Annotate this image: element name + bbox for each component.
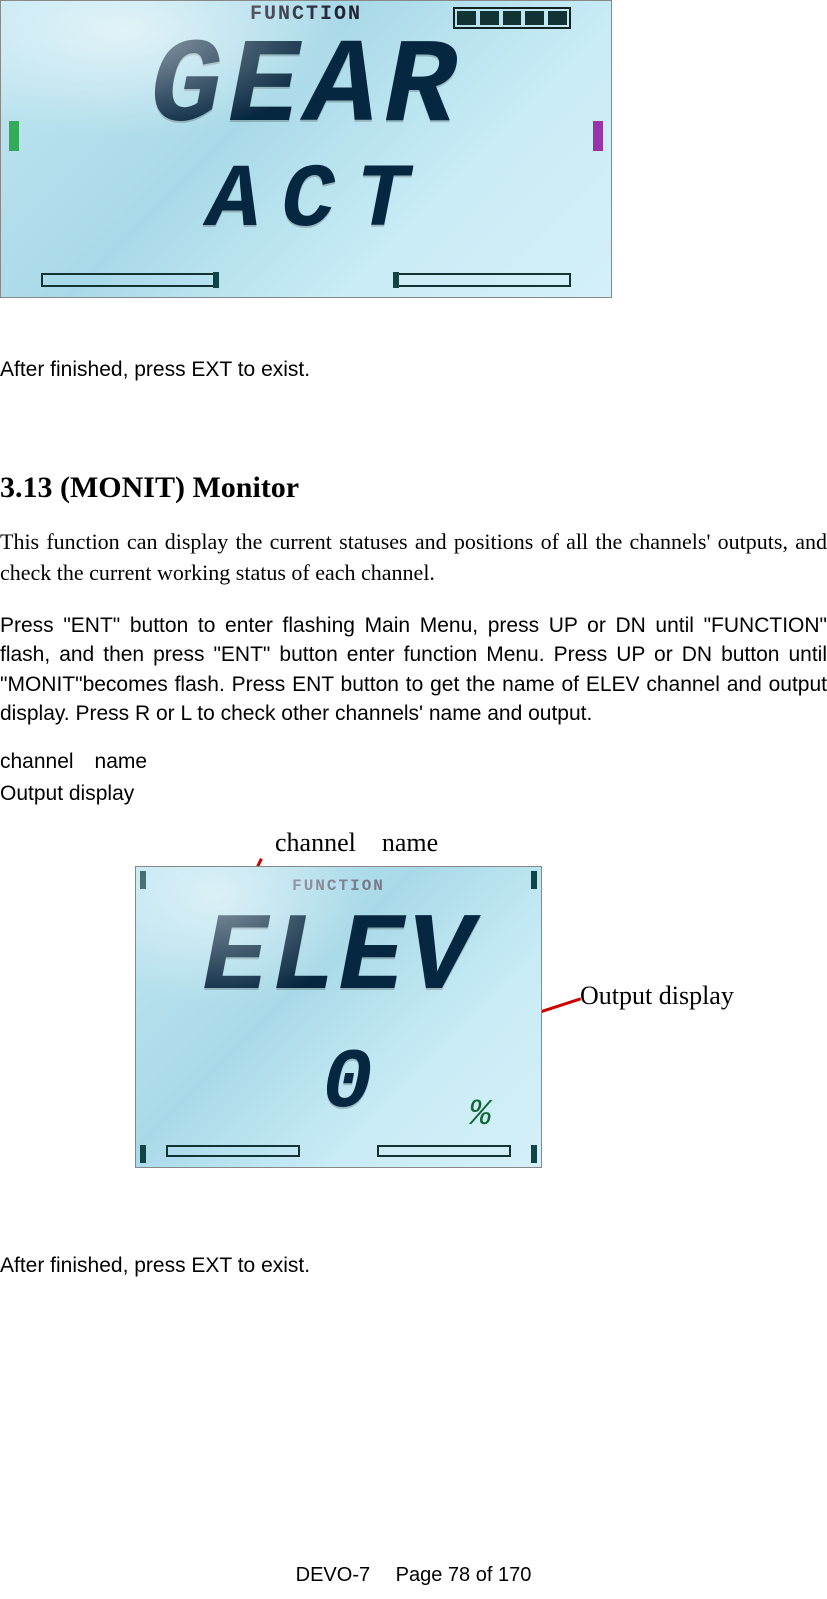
section-heading: 3.13 (MONIT) Monitor bbox=[0, 471, 827, 505]
label-output-display: Output display bbox=[0, 782, 827, 806]
callout-channel-name: channel name bbox=[275, 828, 438, 858]
lcd2-top-label: FUNCTION bbox=[292, 877, 385, 895]
lcd2-value: 0 bbox=[322, 1037, 376, 1132]
lcd2-percent-icon: % bbox=[469, 1094, 491, 1135]
page-footer: DEVO-7 Page 78 of 170 bbox=[0, 1564, 827, 1587]
lcd1-left-tick-icon bbox=[9, 121, 19, 151]
callout-output-display: Output display bbox=[580, 981, 734, 1011]
label-channel-name: channel name bbox=[0, 750, 827, 774]
section-body: Press "ENT" button to enter flashing Mai… bbox=[0, 611, 827, 729]
lcd2-bottom-bar-right-icon bbox=[377, 1145, 511, 1157]
lcd1-battery-icon bbox=[453, 7, 571, 29]
lcd-figure-elev: FUNCTION ELEV 0 % bbox=[135, 866, 542, 1168]
section-intro: This function can display the current st… bbox=[0, 527, 827, 589]
lcd1-line1: GEAR bbox=[150, 21, 462, 157]
lcd1-bottom-bar-left-icon bbox=[41, 273, 215, 287]
text-after-fig1: After finished, press EXT to exist. bbox=[0, 355, 827, 384]
lcd1-bottom-bar-right-icon bbox=[397, 273, 571, 287]
text-after-fig2: After finished, press EXT to exist. bbox=[0, 1251, 827, 1280]
figure-monit-elev: channel name Output display FUNCTION ELE… bbox=[0, 826, 760, 1186]
lcd1-line2: ACT bbox=[207, 151, 429, 253]
lcd2-line1: ELEV bbox=[202, 897, 474, 1022]
lcd-figure-gear-act: FUNCTION GEAR ACT bbox=[0, 0, 612, 298]
lcd2-bottom-bar-left-icon bbox=[166, 1145, 300, 1157]
lcd1-right-tick-icon bbox=[593, 121, 603, 151]
